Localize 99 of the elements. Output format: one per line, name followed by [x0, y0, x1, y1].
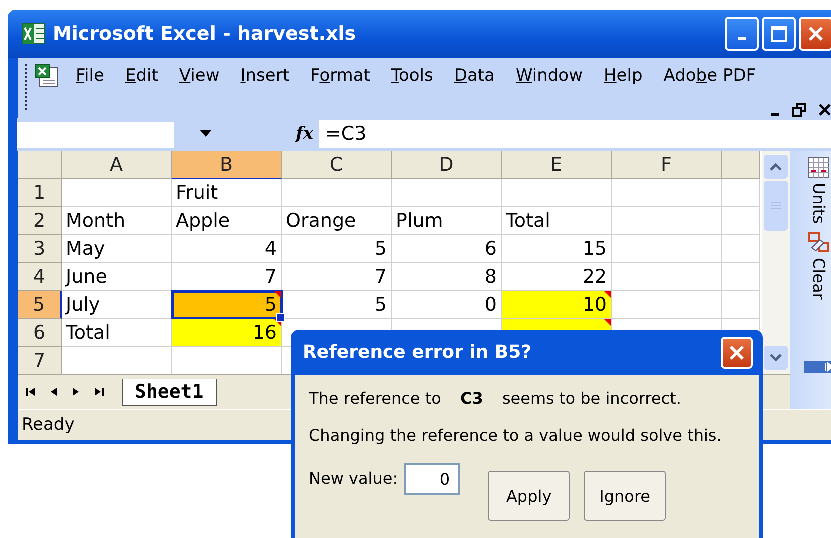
table-cell[interactable] [722, 179, 760, 208]
row-header[interactable]: 7 [18, 347, 62, 374]
table-cell[interactable]: 5 [282, 235, 392, 264]
menu-item[interactable]: View [173, 62, 226, 90]
sheet-tab[interactable]: Sheet1 [122, 378, 217, 406]
row-header[interactable]: 2 [18, 207, 62, 236]
table-cell[interactable]: Apple [172, 207, 282, 236]
scroll-thumb[interactable] [764, 181, 788, 232]
next-sheet-icon[interactable] [72, 387, 80, 398]
menu-item[interactable]: Data [448, 62, 501, 90]
menu-item[interactable]: Adobe PDF [658, 62, 762, 90]
table-cell[interactable] [722, 207, 760, 236]
table-cell[interactable]: 6 [392, 235, 502, 264]
vertical-scrollbar[interactable] [762, 151, 790, 374]
table-cell[interactable]: 7 [282, 263, 392, 292]
menu-item[interactable]: File [70, 62, 110, 90]
grip-icon [771, 202, 781, 210]
toolbar-grip-icon[interactable] [24, 62, 28, 112]
menu-item[interactable]: Window [510, 62, 589, 90]
menu-item[interactable]: Help [598, 62, 649, 90]
table-cell[interactable] [612, 291, 722, 320]
table-cell[interactable]: 8 [392, 263, 502, 292]
menu-item[interactable]: Tools [385, 62, 440, 90]
column-header[interactable]: C [282, 151, 392, 180]
eraser-icon[interactable] [808, 232, 830, 254]
menu-item[interactable]: Edit [119, 62, 164, 90]
column-header[interactable]: F [612, 151, 722, 180]
dialog-button[interactable]: Apply [488, 471, 570, 521]
menu-item[interactable]: Format [304, 62, 376, 90]
table-cell[interactable]: Fruit [172, 179, 282, 208]
table-cell[interactable]: Month [62, 207, 172, 236]
dialog-title: Reference error in B5? [303, 342, 532, 363]
previous-sheet-icon[interactable] [50, 387, 58, 398]
last-sheet-icon[interactable] [94, 387, 104, 398]
menu-item[interactable]: Insert [234, 62, 296, 90]
close-icon[interactable] [818, 102, 831, 117]
table-cell[interactable] [722, 291, 760, 320]
panel-label[interactable]: Units [810, 183, 828, 224]
close-icon [728, 344, 746, 362]
name-box[interactable] [17, 122, 174, 148]
table-cell[interactable] [722, 235, 760, 264]
table-cell[interactable]: Orange [282, 207, 392, 236]
close-icon [807, 24, 825, 43]
table-cell[interactable]: 15 [502, 235, 612, 264]
row-header[interactable]: 4 [18, 263, 62, 292]
close-button[interactable] [721, 336, 753, 368]
window-title: Microsoft Excel - harvest.xls [53, 22, 356, 45]
spreadsheet-icon [22, 22, 46, 45]
table-cell[interactable]: Total [502, 207, 612, 236]
maximize-button[interactable] [762, 16, 796, 51]
table-cell[interactable] [722, 263, 760, 292]
table-cell[interactable] [502, 179, 612, 208]
function-label[interactable]: fx [296, 124, 314, 144]
table-cell[interactable] [62, 179, 172, 208]
field-label: New value: [309, 469, 398, 488]
table-cell[interactable] [282, 179, 392, 208]
table-cell[interactable]: 4 [172, 235, 282, 264]
row-header[interactable]: 3 [18, 235, 62, 264]
select-all-corner[interactable] [18, 151, 62, 180]
expand-icon[interactable] [804, 361, 831, 374]
table-cell[interactable] [612, 207, 722, 236]
row-header[interactable]: 1 [18, 179, 62, 208]
table-cell[interactable]: June [62, 263, 172, 292]
panel-label[interactable]: Clear [810, 258, 828, 300]
row-header[interactable]: 6 [18, 319, 62, 348]
workbook-icon[interactable] [34, 64, 60, 88]
minimize-icon[interactable] [770, 112, 780, 117]
table-cell[interactable]: 5 [172, 291, 282, 320]
close-button[interactable] [799, 16, 831, 51]
dialog-message: The reference to C3 seems to be incorrect. [309, 389, 682, 408]
table-cell[interactable]: 10 [502, 291, 612, 320]
restore-icon[interactable] [792, 102, 806, 117]
table-cell[interactable]: May [62, 235, 172, 264]
scroll-up-button[interactable] [764, 155, 788, 180]
column-header[interactable]: E [502, 151, 612, 180]
status-text: Ready [21, 415, 75, 436]
column-header[interactable]: B [172, 151, 282, 180]
formula-field[interactable]: =C3 [319, 120, 831, 148]
dropdown-arrow-icon[interactable] [200, 130, 212, 138]
first-sheet-icon[interactable] [26, 387, 36, 398]
table-cell[interactable]: 5 [282, 291, 392, 320]
column-header[interactable]: D [392, 151, 502, 180]
table-cell[interactable] [612, 235, 722, 264]
table-cell[interactable] [612, 263, 722, 292]
column-header[interactable]: A [62, 151, 172, 180]
row-header[interactable]: 5 [18, 291, 62, 320]
minimize-icon [737, 36, 747, 41]
minimize-button[interactable] [725, 16, 759, 51]
fill-handle[interactable] [276, 313, 285, 322]
scroll-down-button[interactable] [764, 346, 788, 370]
table-cell[interactable]: Plum [392, 207, 502, 236]
input-field[interactable]: 0 [404, 463, 460, 495]
table-cell[interactable] [612, 179, 722, 208]
grid-icon[interactable] [808, 157, 830, 180]
dialog-hint: Changing the reference to a value would solve this. [309, 426, 723, 445]
table-cell[interactable]: 16 [172, 319, 282, 348]
dialog-button[interactable]: Ignore [584, 471, 666, 521]
table-cell[interactable] [392, 179, 502, 208]
maximize-icon [770, 24, 788, 43]
